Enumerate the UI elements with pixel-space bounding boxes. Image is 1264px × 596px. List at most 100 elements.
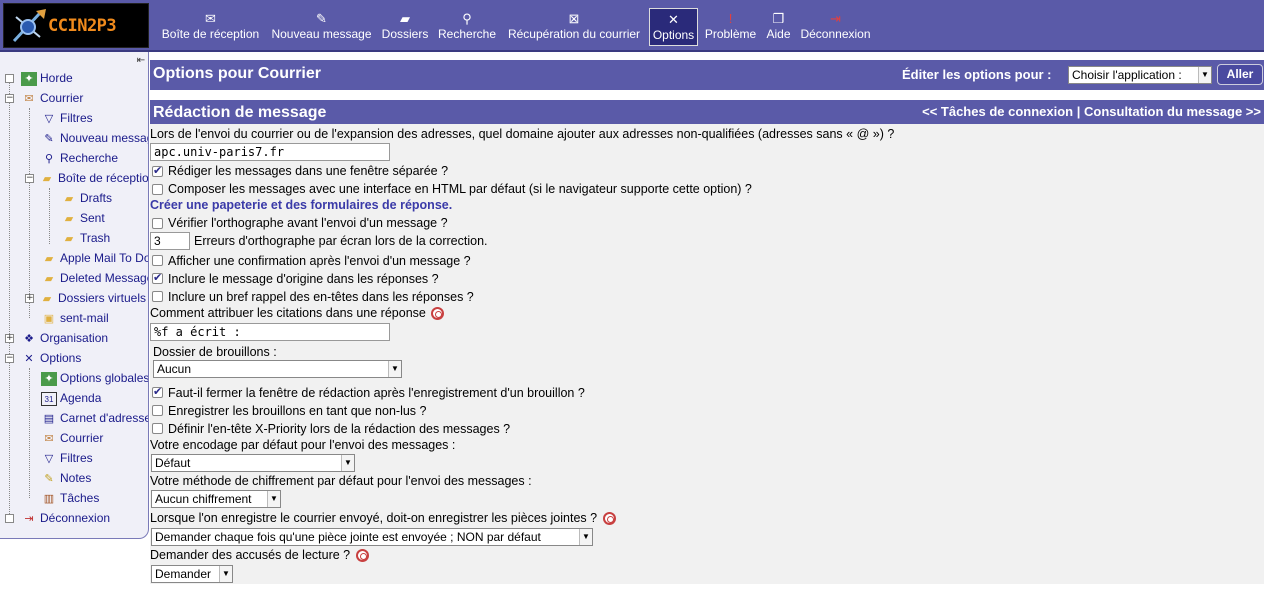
stationery-link[interactable]: Créer une papeterie et des formulaires d… bbox=[150, 198, 452, 212]
x-priority-checkbox[interactable] bbox=[152, 423, 163, 434]
nav-logout[interactable]: ⇥ Déconnexion bbox=[800, 8, 871, 46]
close-after-draft-label: Faut-il fermer la fenêtre de rédaction a… bbox=[168, 386, 585, 400]
folder-icon: ▰ bbox=[42, 172, 52, 185]
sidebar-collapse-icon[interactable]: ⇤ bbox=[135, 55, 147, 67]
encryption-value: Aucun chiffrement bbox=[155, 492, 252, 506]
sidebar-item-filters-options[interactable]: ▽ Filtres bbox=[41, 448, 93, 468]
expander[interactable] bbox=[5, 514, 14, 523]
separate-window-label: Rédiger les messages dans une fenêtre sé… bbox=[168, 164, 449, 178]
sidebar-item-label: Courrier bbox=[60, 431, 104, 445]
read-receipt-select[interactable]: Demander ▼ bbox=[151, 565, 233, 583]
html-compose-checkbox[interactable] bbox=[152, 184, 163, 195]
save-attachments-select[interactable]: Demander chaque fois qu'une pièce jointe… bbox=[151, 528, 593, 546]
sidebar-item-label: Recherche bbox=[60, 151, 119, 165]
nav-help[interactable]: ❒ Aide bbox=[765, 8, 792, 46]
drafts-folder-select[interactable]: Aucun ▼ bbox=[153, 360, 402, 378]
help-icon[interactable] bbox=[355, 549, 369, 563]
sidebar-item-label: Deleted Messages bbox=[60, 271, 148, 285]
mail-icon: ✉ bbox=[24, 92, 34, 105]
section-nav: << Tâches de connexion | Consultation du… bbox=[922, 104, 1261, 119]
tree-line bbox=[9, 80, 10, 520]
help-icon[interactable] bbox=[602, 512, 616, 526]
sidebar-item-horde[interactable]: ✦ Horde bbox=[21, 68, 73, 88]
nav-options-label: Options bbox=[652, 28, 695, 42]
prev-section-link[interactable]: << Tâches de connexion bbox=[922, 104, 1073, 119]
logout-icon: ⇥ bbox=[24, 512, 34, 525]
sidebar-item-notes[interactable]: ✎ Notes bbox=[41, 468, 91, 488]
tools-icon: ✕ bbox=[24, 352, 34, 365]
nav-folders[interactable]: ▰ Dossiers bbox=[381, 8, 429, 46]
spell-errors-field[interactable]: 3 bbox=[150, 232, 190, 250]
nav-fetch-mail[interactable]: ⊠ Récupération du courrier bbox=[505, 8, 643, 46]
sidebar-item-deleted-messages[interactable]: ▰ Deleted Messages bbox=[41, 268, 148, 288]
attribution-row: Comment attribuer les citations dans une… bbox=[150, 306, 445, 321]
folder-icon: ▰ bbox=[64, 212, 74, 225]
encryption-select[interactable]: Aucun chiffrement ▼ bbox=[151, 490, 281, 508]
sidebar-item-filters[interactable]: ▽ Filtres bbox=[41, 108, 93, 128]
close-after-draft-checkbox[interactable] bbox=[152, 385, 163, 398]
sidebar-item-new-message[interactable]: ✎ Nouveau message bbox=[41, 128, 148, 148]
sidebar-item-drafts[interactable]: ▰ Drafts bbox=[61, 188, 112, 208]
sidebar-item-logout[interactable]: ⇥ Déconnexion bbox=[21, 508, 110, 528]
tasks-icon: ▥ bbox=[43, 492, 55, 505]
next-section-link[interactable]: Consultation du message >> bbox=[1084, 104, 1261, 119]
save-attachments-label: Lorsque l'on enregistre le courrier envo… bbox=[150, 511, 598, 525]
sidebar-item-courrier[interactable]: ✉ Courrier bbox=[21, 88, 83, 108]
app-select[interactable]: Choisir l'application : ▼ bbox=[1068, 66, 1212, 84]
folder-icon: ▰ bbox=[44, 252, 54, 265]
drafts-unseen-checkbox[interactable] bbox=[152, 405, 163, 416]
logo-satellite-icon bbox=[12, 9, 46, 43]
sidebar-item-options[interactable]: ✕ Options bbox=[21, 348, 81, 368]
sidebar-item-apple-mail-todo[interactable]: ▰ Apple Mail To Do bbox=[41, 248, 148, 268]
collapse-expander[interactable]: − bbox=[5, 94, 14, 103]
sidebar-item-sent[interactable]: ▰ Sent bbox=[61, 208, 105, 228]
expander[interactable] bbox=[5, 74, 14, 83]
go-button[interactable]: Aller bbox=[1217, 64, 1263, 85]
nav-new-message[interactable]: ✎ Nouveau message bbox=[271, 8, 372, 46]
help-icon[interactable] bbox=[431, 307, 445, 321]
sidebar-item-label: Options bbox=[40, 351, 82, 365]
include-headers-checkbox[interactable] bbox=[152, 291, 163, 302]
html-compose-label: Composer les messages avec une interface… bbox=[168, 182, 752, 196]
attribution-field[interactable]: %f a écrit : bbox=[150, 323, 390, 341]
logo-text: CCIN2P3 bbox=[48, 16, 117, 36]
sidebar-item-label: Horde bbox=[40, 71, 73, 85]
chevron-down-icon: ▼ bbox=[341, 455, 354, 471]
nav-options[interactable]: ✕ Options bbox=[649, 8, 698, 46]
chevron-down-icon: ▼ bbox=[267, 491, 280, 507]
domain-field[interactable]: apc.univ-paris7.fr bbox=[150, 143, 390, 161]
nav-folders-label: Dossiers bbox=[381, 27, 429, 41]
nav-problem[interactable]: ! Problème bbox=[704, 8, 757, 46]
collapse-expander[interactable]: − bbox=[25, 174, 34, 183]
attribution-label: Comment attribuer les citations dans une… bbox=[150, 306, 426, 320]
sidebar-item-sent-mail[interactable]: ▣ sent-mail bbox=[41, 308, 109, 328]
sidebar-item-tasks[interactable]: ▥ Tâches bbox=[41, 488, 100, 508]
mail-icon: ✉ bbox=[44, 432, 54, 445]
expand-expander[interactable]: + bbox=[5, 334, 14, 343]
nav-inbox[interactable]: ✉ Boîte de réception bbox=[160, 8, 261, 46]
include-original-checkbox[interactable] bbox=[152, 271, 163, 284]
encoding-select[interactable]: Défaut ▼ bbox=[151, 454, 355, 472]
drafts-folder-label: Dossier de brouillons : bbox=[153, 345, 277, 359]
sidebar-item-agenda[interactable]: 31 Agenda bbox=[41, 388, 101, 408]
ccin2p3-logo[interactable]: CCIN2P3 bbox=[3, 3, 149, 48]
confirm-send-label: Afficher une confirmation après l'envoi … bbox=[168, 254, 471, 268]
expand-expander[interactable]: + bbox=[25, 294, 34, 303]
sidebar-item-inbox[interactable]: ▰ Boîte de réception bbox=[39, 168, 148, 188]
sidebar-item-organisation[interactable]: ❖ Organisation bbox=[21, 328, 108, 348]
sidebar-item-trash[interactable]: ▰ Trash bbox=[61, 228, 110, 248]
sidebar-item-mail-options[interactable]: ✉ Courrier bbox=[41, 428, 103, 448]
sidebar-item-addressbook[interactable]: ▤ Carnet d'adresses bbox=[41, 408, 148, 428]
sidebar-item-search[interactable]: ⚲ Recherche bbox=[41, 148, 118, 168]
collapse-expander[interactable]: − bbox=[5, 354, 14, 363]
spellcheck-checkbox[interactable] bbox=[152, 218, 163, 229]
nav-search[interactable]: ⚲ Recherche bbox=[438, 8, 496, 46]
sidebar-item-virtual-folders[interactable]: ▰ Dossiers virtuels bbox=[39, 288, 146, 308]
sidebar-item-global-options[interactable]: ✦ Options globales bbox=[41, 368, 148, 388]
page-title: Options pour Courrier bbox=[153, 65, 321, 82]
confirm-send-checkbox[interactable] bbox=[152, 255, 163, 266]
filter-icon: ▽ bbox=[44, 112, 54, 125]
separate-window-checkbox[interactable] bbox=[152, 164, 163, 177]
drafts-folder-value: Aucun bbox=[157, 362, 192, 376]
folder-icon: ▰ bbox=[44, 272, 54, 285]
